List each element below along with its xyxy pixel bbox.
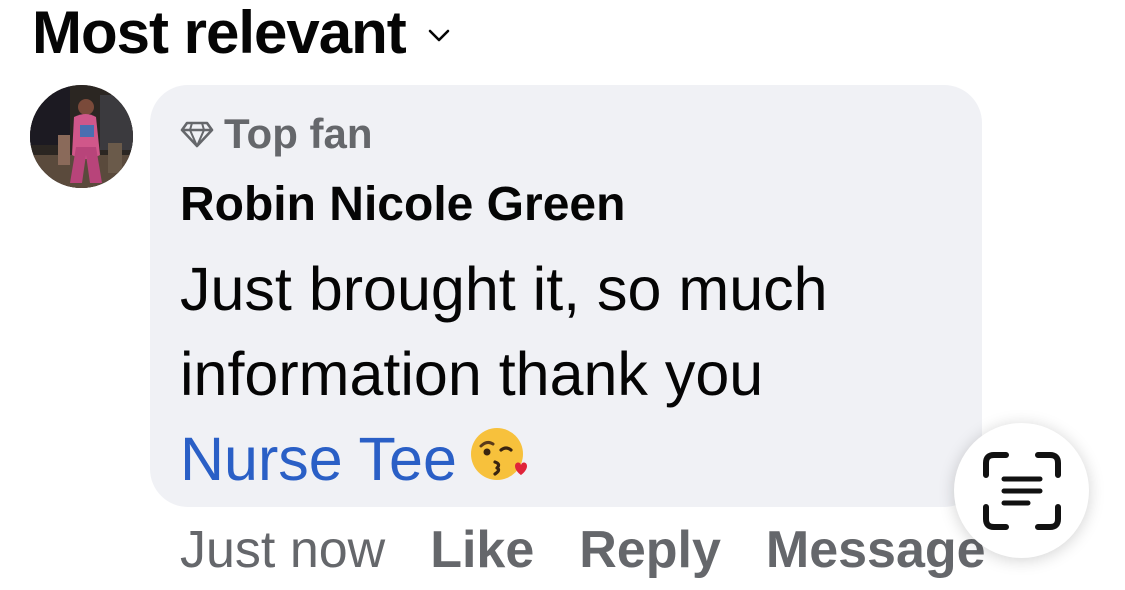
sort-dropdown[interactable]: Most relevant xyxy=(32,2,450,64)
comment-view: Most relevant Top fan Robin Nicole Green… xyxy=(0,0,1125,590)
avatar[interactable] xyxy=(30,85,133,188)
kissing-face-emoji xyxy=(467,422,531,508)
comment-body: Just brought it, so much information tha… xyxy=(180,247,970,508)
comment-timestamp[interactable]: Just now xyxy=(180,520,385,580)
badge-label: Top fan xyxy=(224,110,373,157)
comment-actions: Just now Like Reply Message xyxy=(180,520,1031,580)
chevron-down-icon xyxy=(428,29,450,42)
comment-author[interactable]: Robin Nicole Green xyxy=(180,179,625,231)
top-fan-badge[interactable]: Top fan xyxy=(180,111,373,157)
message-button[interactable]: Message xyxy=(766,520,986,580)
reply-button[interactable]: Reply xyxy=(579,520,721,580)
diamond-icon xyxy=(180,121,214,148)
comment-text: Just brought it, so much information tha… xyxy=(180,255,828,408)
sort-label: Most relevant xyxy=(32,0,407,66)
live-text-scan-icon xyxy=(982,451,1061,530)
mention-link[interactable]: Nurse Tee xyxy=(180,425,457,493)
avatar-photo xyxy=(30,85,133,188)
live-text-scan-button[interactable] xyxy=(954,423,1089,558)
like-button[interactable]: Like xyxy=(430,520,534,580)
comment-bubble: Top fan Robin Nicole Green Just brought … xyxy=(150,85,982,507)
